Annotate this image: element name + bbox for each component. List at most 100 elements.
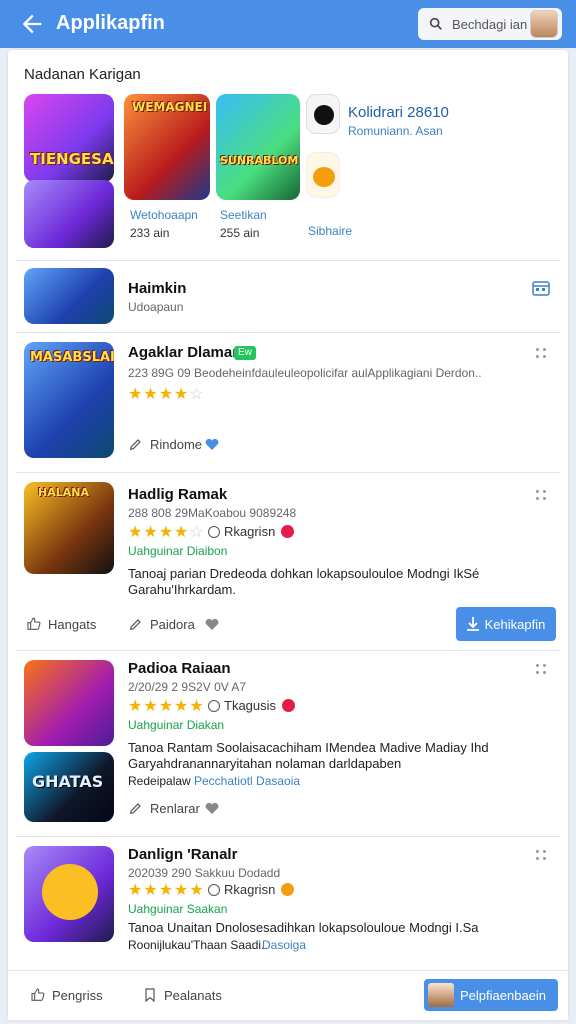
tile-caption: HALANA xyxy=(38,486,89,499)
action-label: Rindome xyxy=(150,436,203,452)
app-1-rating: ★★★★☆ xyxy=(128,386,205,403)
bottom-bar: Pengriss Pealanats Pelpfiaenbaein xyxy=(8,970,568,1020)
featured-tile-3[interactable]: SUNRABLOM xyxy=(216,94,300,200)
divider xyxy=(16,836,560,837)
app-2-meta: 288 808 29MaKoabou 9089248 xyxy=(128,506,297,520)
banner-sub: Udoapaun xyxy=(128,300,184,314)
heart-icon[interactable] xyxy=(204,616,220,632)
app-4-thumbnail[interactable] xyxy=(24,846,114,942)
bottom-like-button[interactable]: Pengriss xyxy=(30,987,103,1003)
mini-character xyxy=(313,167,335,187)
thumbs-up-icon xyxy=(31,988,45,1001)
back-arrow-icon[interactable] xyxy=(18,10,46,38)
app-4-link[interactable]: Dasoiga xyxy=(262,938,306,952)
profile-action-button[interactable]: Pelpfiaenbaein xyxy=(424,979,558,1011)
content-card: Nadanan Karigan TIENGESAI WEMAGNEI Wetoh… xyxy=(8,50,568,1020)
app-2-desc: Tanoaj parian Dredeoda dohkan lokapsoulo… xyxy=(128,566,480,597)
app-3-share-button[interactable]: Renlarar xyxy=(128,800,200,816)
featured-mini-icon-2[interactable] xyxy=(306,152,340,198)
pencil-icon xyxy=(129,803,141,815)
app-3-title[interactable]: Padioa Raiaan xyxy=(128,660,231,677)
more-options-icon[interactable] xyxy=(536,348,550,362)
app-2-share-button[interactable]: Paidora xyxy=(128,616,195,632)
app-4-category[interactable]: Uahguinar Saakan xyxy=(128,902,227,916)
app-3-thumbnail[interactable] xyxy=(24,660,114,746)
app-4-desc-tail: Roonijlukau'Thaan Saadi. xyxy=(128,938,265,952)
profile-action-label: Pelpfiaenbaein xyxy=(460,987,547,1003)
bookmark-label: Pealanats xyxy=(164,987,222,1003)
bottom-like-label: Pengriss xyxy=(52,987,103,1003)
featured-side-title[interactable]: Kolidrari 28610 xyxy=(348,104,449,121)
featured-tile-1b[interactable] xyxy=(24,180,114,248)
divider xyxy=(16,650,560,651)
app-2-thumbnail[interactable]: HALANA xyxy=(24,482,114,574)
app-1-tag: Ew xyxy=(234,346,256,360)
bookmark-icon xyxy=(145,988,155,1003)
app-3-link[interactable]: Pecchatiotl Dasaoia xyxy=(194,774,300,788)
featured-tile-1[interactable]: TIENGESAI xyxy=(24,94,114,182)
app-1-title[interactable]: Agaklar Dlamar xyxy=(128,344,238,361)
action-label: Paidora xyxy=(150,616,195,632)
tile-caption: WEMAGNEI xyxy=(132,100,208,114)
calendar-icon[interactable] xyxy=(532,280,550,296)
app-2-title[interactable]: Hadlig Ramak xyxy=(128,486,227,503)
app-3-category[interactable]: Uahguinar Diakan xyxy=(128,718,224,732)
banner-thumbnail[interactable] xyxy=(24,268,114,324)
thumbs-up-icon xyxy=(27,617,41,630)
app-1-desc: 223 89G 09 Beodeheinfdauleuleopolicifar … xyxy=(128,366,482,380)
divider xyxy=(16,472,560,473)
action-label: Hangats xyxy=(48,616,97,632)
more-options-icon[interactable] xyxy=(536,850,550,864)
app-3-desc-tail: Redeipalaw xyxy=(128,774,191,788)
badge-icon xyxy=(282,699,296,712)
install-button[interactable]: Kehikapfin xyxy=(456,607,556,641)
featured-side-sub: Romuniann. Asan xyxy=(348,124,443,138)
app-2-category[interactable]: Uahguinar Diaibon xyxy=(128,544,227,558)
tile-3-label[interactable]: Seetikan xyxy=(220,208,267,222)
more-options-icon[interactable] xyxy=(536,664,550,678)
app-1-share-button[interactable]: Rindome xyxy=(128,436,202,452)
app-3-meta: 2/20/29 2 9S2V 0V A7 xyxy=(128,680,247,694)
heart-icon[interactable] xyxy=(204,436,220,452)
stat-label: Rkagrisn xyxy=(224,524,276,539)
profile-avatar xyxy=(428,983,454,1007)
tile-3-meta: 255 ain xyxy=(220,226,260,240)
stat-label: Rkagrisn xyxy=(224,882,276,897)
app-2-rating: ★★★★☆ xyxy=(128,524,205,541)
tile-caption: MASABSLAI xyxy=(30,350,114,365)
badge-icon xyxy=(281,525,295,538)
like-button[interactable]: Hangats xyxy=(26,616,96,632)
app-4-meta: 202039 290 Sakkuu Dodadd xyxy=(128,866,281,880)
divider xyxy=(16,332,560,333)
divider xyxy=(16,260,560,261)
app-title: Applikapfin xyxy=(56,12,165,34)
info-icon xyxy=(208,699,220,712)
app-1-thumbnail[interactable]: MASABSLAI xyxy=(24,342,114,458)
app-3-stat: Tkagusis xyxy=(208,698,296,713)
banner-title[interactable]: Haimkin xyxy=(128,280,186,297)
app-bar: Applikapfin Bechdagi ian xyxy=(0,0,576,48)
featured-section-title: Nadanan Karigan xyxy=(24,66,141,83)
more-options-icon[interactable] xyxy=(536,490,550,504)
app-4-rating: ★★★★★ xyxy=(128,882,205,899)
heart-icon[interactable] xyxy=(204,800,220,816)
app-3-desc: Tanoa Rantam Soolaisacachiham IMendea Ma… xyxy=(128,740,489,771)
user-avatar[interactable] xyxy=(530,10,558,38)
app-4-stat: Rkagrisn xyxy=(208,882,295,897)
app-2-stat: Rkagrisn xyxy=(208,524,295,539)
install-label: Kehikapfin xyxy=(484,616,546,632)
featured-mini-icon-1[interactable] xyxy=(306,94,340,134)
bookmark-button[interactable]: Pealanats xyxy=(142,987,222,1003)
tile-caption: TIENGESAI xyxy=(30,150,114,168)
app-4-title[interactable]: Danlign 'Ranalr xyxy=(128,846,237,863)
character-face xyxy=(42,864,98,920)
download-icon xyxy=(466,617,479,631)
featured-more-link[interactable]: Sibhaire xyxy=(308,224,352,238)
search-placeholder: Bechdagi ian xyxy=(452,16,528,32)
action-label: Renlarar xyxy=(150,800,200,816)
mini-character xyxy=(314,105,334,125)
badge-icon xyxy=(281,883,295,896)
tile-2-label[interactable]: Wetohoaapn xyxy=(130,208,198,222)
app-3-thumbnail-2[interactable]: GHATAS xyxy=(24,752,114,822)
featured-tile-2[interactable]: WEMAGNEI xyxy=(124,94,210,200)
